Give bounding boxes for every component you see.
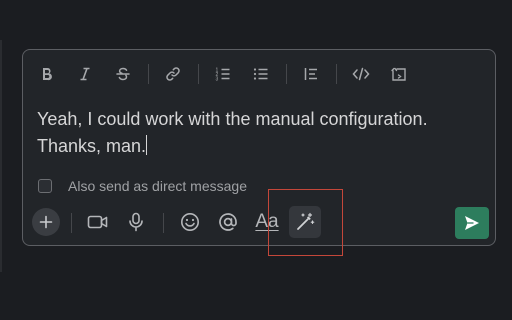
code-icon (352, 67, 370, 81)
bold-icon (43, 68, 52, 81)
bold-button[interactable] (33, 60, 61, 88)
message-input[interactable]: Yeah, I could work with the manual confi… (37, 106, 477, 160)
blockquote-button[interactable] (297, 60, 325, 88)
send-icon (465, 216, 479, 230)
text-caret (146, 135, 148, 155)
magic-wand-button[interactable] (289, 206, 321, 238)
emoji-icon (181, 213, 199, 231)
microphone-icon (129, 212, 143, 232)
toolbar-divider (336, 64, 337, 84)
also-send-dm-label: Also send as direct message (68, 178, 247, 194)
strikethrough-button[interactable] (109, 60, 137, 88)
message-line: Yeah, I could work with the manual confi… (37, 109, 428, 129)
attach-button[interactable] (32, 208, 60, 236)
formatting-toolbar: 123 (23, 60, 495, 90)
formatting-icon: Aa (255, 211, 279, 232)
bulleted-list-icon (253, 68, 268, 80)
video-button[interactable] (83, 207, 113, 237)
left-rail (0, 40, 2, 272)
italic-button[interactable] (71, 60, 99, 88)
also-send-dm-checkbox[interactable] (38, 179, 52, 193)
message-composer[interactable]: 123 Yeah, I could work with the manual c… (22, 49, 496, 246)
also-send-dm-row[interactable]: Also send as direct message (38, 177, 247, 195)
code-block-icon (391, 67, 406, 81)
code-block-button[interactable] (385, 60, 413, 88)
toolbar-divider (148, 64, 149, 84)
ordered-list-button[interactable]: 123 (209, 60, 237, 88)
mention-icon (219, 213, 237, 231)
video-icon (87, 215, 108, 229)
link-icon (166, 67, 180, 81)
toolbar-divider (198, 64, 199, 84)
plus-icon (39, 215, 53, 229)
svg-text:3: 3 (216, 77, 219, 83)
composer-actions-toolbar: Aa (23, 206, 495, 241)
ordered-list-icon: 123 (216, 68, 230, 83)
audio-clip-button[interactable] (121, 207, 151, 237)
emoji-button[interactable] (175, 207, 205, 237)
toolbar-divider (286, 64, 287, 84)
message-line: Thanks, man. (37, 136, 147, 156)
mention-button[interactable] (213, 207, 243, 237)
bulleted-list-button[interactable] (247, 60, 275, 88)
link-button[interactable] (159, 60, 187, 88)
magic-wand-icon (297, 212, 315, 230)
toolbar-divider (71, 213, 72, 233)
formatting-toggle-button[interactable]: Aa (251, 207, 283, 237)
italic-icon (80, 67, 90, 81)
blockquote-icon (304, 68, 317, 80)
toolbar-divider (163, 213, 164, 233)
page: 123 Yeah, I could work with the manual c… (0, 0, 512, 320)
code-button[interactable] (347, 60, 375, 88)
strikethrough-icon (116, 67, 130, 81)
send-button[interactable] (455, 207, 489, 239)
